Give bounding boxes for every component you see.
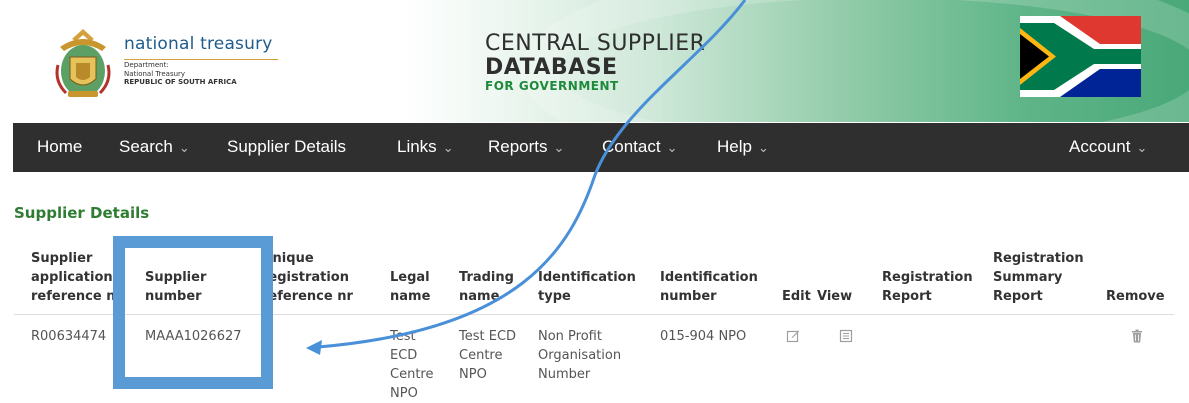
header-legal-name: Legal name — [390, 268, 430, 306]
nav-supplier-details-label: Supplier Details — [227, 137, 347, 156]
site-title-line-2: DATABASE — [485, 55, 618, 80]
header-text: Registration — [882, 270, 973, 285]
header-view: View — [817, 289, 853, 304]
header-text: name — [459, 289, 500, 304]
nav-account[interactable]: Account ⌄ — [1069, 137, 1147, 157]
header-identification-number: Identification number — [660, 268, 758, 306]
nav-help[interactable]: Help ⌄ — [717, 137, 769, 157]
nav-home-label: Home — [37, 137, 83, 156]
header-text: Identification — [538, 270, 636, 285]
trash-icon[interactable] — [1130, 329, 1144, 343]
header-trading-name: Trading name — [459, 268, 514, 306]
chevron-down-icon: ⌄ — [553, 140, 565, 155]
dept-line-2: National Treasury — [124, 69, 186, 78]
nav-contact[interactable]: Contact ⌄ — [602, 137, 678, 157]
cell-text: Centre — [390, 367, 434, 382]
header-text: Unique — [262, 251, 314, 266]
nav-search-label: Search — [119, 137, 173, 156]
header-unique-registration: Unique registration reference nr — [262, 249, 353, 306]
cell-identification-type: Non Profit Organisation Number — [538, 327, 621, 384]
header-identification-type: Identification type — [538, 268, 636, 306]
main-navbar: Home Search ⌄ Supplier Details Links ⌄ Rep… — [13, 123, 1189, 172]
header-text: Report — [993, 289, 1043, 304]
cell-text: NPO — [459, 367, 487, 382]
org-name: national treasury — [124, 34, 273, 54]
nav-reports-label: Reports — [488, 137, 548, 156]
annotation-highlight-box — [113, 236, 273, 389]
header-remove: Remove — [1106, 289, 1165, 304]
cell-text: Organisation — [538, 348, 622, 363]
cell-identification-number: 015-904 NPO — [660, 329, 747, 344]
cell-text: Test — [390, 329, 416, 344]
header-text: Trading — [459, 270, 514, 285]
cell-trading-name: Test ECD Centre NPO — [459, 327, 516, 384]
nav-home[interactable]: Home — [37, 137, 82, 157]
nav-links[interactable]: Links ⌄ — [397, 137, 454, 157]
header-text: number — [660, 289, 717, 304]
list-icon[interactable] — [839, 329, 853, 343]
cell-text: ECD — [390, 348, 418, 363]
chevron-down-icon: ⌄ — [666, 140, 678, 155]
nav-account-label: Account — [1069, 137, 1131, 156]
chevron-down-icon: ⌄ — [757, 140, 769, 155]
site-title-line-3: FOR GOVERNMENT — [485, 79, 619, 93]
cell-legal-name: Test ECD Centre NPO — [390, 327, 433, 403]
header-registration-summary: Registration Summary Report — [993, 249, 1084, 306]
header-text: Registration — [993, 251, 1084, 266]
header-app-ref: Supplier application reference nr — [31, 249, 122, 306]
cell-text: Test ECD — [459, 329, 517, 344]
page-title: Supplier Details — [14, 204, 150, 222]
header-text: reference nr — [262, 289, 353, 304]
site-banner: national treasury Department: National T… — [0, 0, 1189, 122]
header-text: Report — [882, 289, 932, 304]
chevron-down-icon: ⌄ — [178, 140, 190, 155]
header-edit: Edit — [782, 289, 811, 304]
cell-app-ref: R00634474 — [31, 329, 107, 344]
chevron-down-icon: ⌄ — [1136, 140, 1148, 155]
org-name-rule — [124, 59, 278, 60]
nav-reports[interactable]: Reports ⌄ — [488, 137, 564, 157]
header-registration-report: Registration Report — [882, 268, 973, 306]
coat-of-arms-logo — [55, 29, 111, 97]
cell-text: NPO — [390, 386, 418, 401]
nav-links-label: Links — [397, 137, 437, 156]
header-text: Legal — [390, 270, 430, 285]
nav-help-label: Help — [717, 137, 752, 156]
header-text: type — [538, 289, 571, 304]
header-text: application — [31, 270, 113, 285]
edit-icon[interactable] — [786, 329, 800, 343]
cell-text: Centre — [459, 348, 503, 363]
header-text: Supplier — [31, 251, 93, 266]
header-text: name — [390, 289, 431, 304]
site-title-line-1: CENTRAL SUPPLIER — [485, 31, 706, 56]
dept-line-3: REPUBLIC OF SOUTH AFRICA — [124, 78, 237, 86]
header-text: Summary — [993, 270, 1063, 285]
header-text: Identification — [660, 270, 758, 285]
chevron-down-icon: ⌄ — [442, 140, 454, 155]
cell-text: Number — [538, 367, 591, 382]
cell-text: Non Profit — [538, 329, 602, 344]
header-text: reference nr — [31, 289, 122, 304]
south-africa-flag — [1020, 16, 1141, 97]
nav-supplier-details[interactable]: Supplier Details — [227, 137, 346, 157]
dept-line-1: Department: — [124, 61, 169, 69]
org-department: Department: National Treasury REPUBLIC O… — [124, 61, 237, 87]
nav-search[interactable]: Search ⌄ — [119, 137, 190, 157]
header-text: registration — [262, 270, 349, 285]
nav-contact-label: Contact — [602, 137, 661, 156]
